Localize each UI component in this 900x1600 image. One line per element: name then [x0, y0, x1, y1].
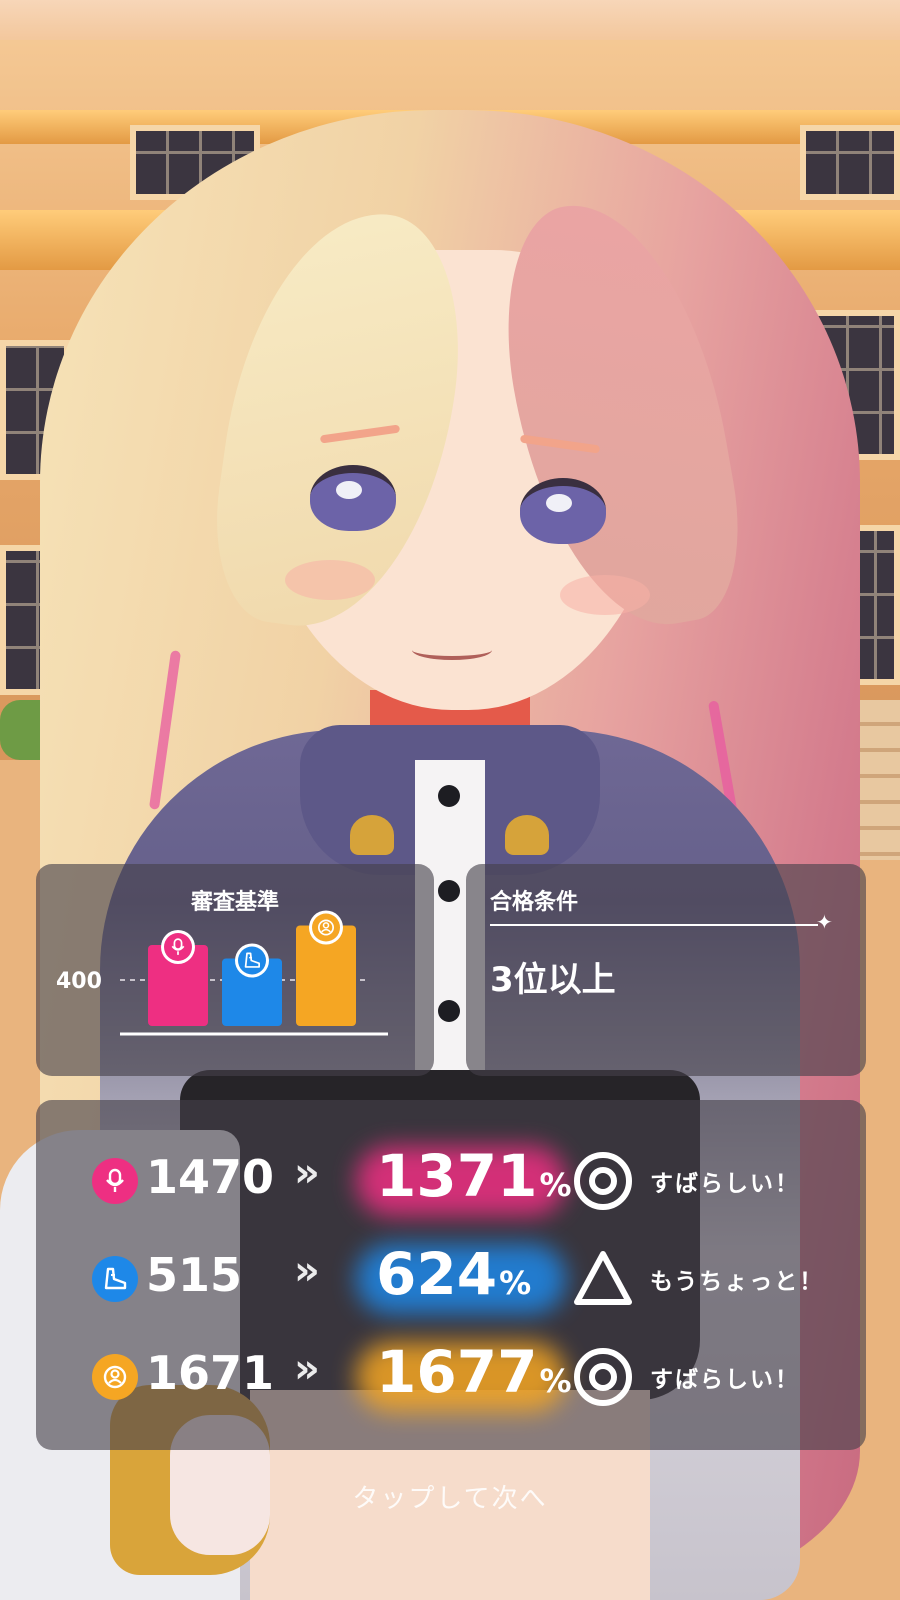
percent-number: 1371	[376, 1142, 538, 1210]
double-chevron-icon: »	[294, 1248, 320, 1294]
blush	[560, 575, 650, 615]
visual-icon	[92, 1354, 138, 1400]
shoe-icon	[92, 1256, 138, 1302]
percent-number: 1677	[376, 1338, 538, 1406]
condition-title: 合格条件	[490, 890, 579, 915]
triangle-icon	[574, 1251, 632, 1305]
double-chevron-icon: »	[294, 1346, 320, 1392]
criteria-axis-label: 400	[56, 969, 102, 994]
result-percent: 1677%	[376, 1338, 572, 1406]
result-percent: 1371%	[376, 1142, 572, 1210]
mouth	[412, 640, 492, 660]
percent-unit: %	[539, 1362, 572, 1400]
percent-number: 624	[376, 1240, 498, 1308]
result-value: 1671	[146, 1346, 275, 1400]
result-value: 515	[146, 1248, 243, 1302]
wing-pin	[350, 815, 394, 855]
shirt-button	[438, 880, 460, 902]
criteria-bar-chart: 400	[56, 910, 388, 1036]
condition-panel: 合格条件 ✦ 3位以上	[466, 864, 866, 1076]
double-circle-icon	[574, 1348, 632, 1406]
result-comment: すばらしい！	[650, 1171, 800, 1197]
result-row-vocal: 1470 » 1371% すばらしい！	[36, 1136, 866, 1226]
percent-unit: %	[499, 1264, 532, 1302]
result-comment: すばらしい！	[650, 1367, 800, 1393]
criteria-bar-badge-fill	[164, 933, 192, 961]
results-panel: 1470» 1371% すばらしい！ 515» 624% もうちょっと！ 1671» 16…	[36, 1100, 866, 1450]
result-row-visual: 1671 » 1677% すばらしい！	[36, 1332, 866, 1422]
criteria-panel: 審査基準 400	[36, 864, 434, 1076]
shirt-button	[438, 785, 460, 807]
result-row-dance: 515 » 624% もうちょっと！	[36, 1234, 866, 1324]
tap-to-continue[interactable]: タップして次へ	[0, 1478, 900, 1515]
condition-value: 3位以上	[490, 960, 616, 1000]
double-circle-icon	[574, 1152, 632, 1210]
sparkle-icon: ✦	[816, 910, 833, 934]
eye	[310, 465, 396, 531]
microphone-icon	[92, 1158, 138, 1204]
shirt-button	[438, 1000, 460, 1022]
condition-divider	[490, 924, 818, 926]
blush	[285, 560, 375, 600]
building-window	[800, 125, 900, 200]
result-comment: もうちょっと！	[650, 1269, 825, 1295]
eye	[520, 478, 606, 544]
percent-unit: %	[539, 1166, 572, 1204]
result-percent: 624%	[376, 1240, 531, 1308]
wing-pin	[505, 815, 549, 855]
double-chevron-icon: »	[294, 1150, 320, 1196]
result-value: 1470	[146, 1150, 275, 1204]
